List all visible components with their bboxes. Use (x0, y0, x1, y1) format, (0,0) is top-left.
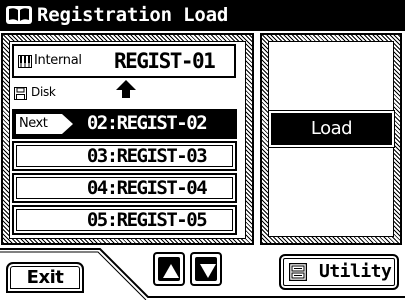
registration-label: 02:REGIST-02 (86, 112, 208, 134)
registration-label: 03:REGIST-03 (86, 145, 208, 167)
internal-label: Internal (34, 53, 82, 68)
registration-row-selected[interactable]: Next 02:REGIST-02 (12, 109, 237, 139)
exit-label: Exit (26, 267, 64, 288)
disk-label: Disk (31, 85, 56, 99)
floppy-disk-icon (14, 87, 27, 100)
load-direction-arrow-icon (116, 80, 136, 98)
book-icon (6, 6, 32, 24)
registration-label: 04:REGIST-04 (86, 177, 208, 199)
keyboard-icon (18, 55, 32, 68)
up-arrow-icon (163, 264, 179, 278)
registration-label: 05:REGIST-05 (86, 209, 208, 231)
scroll-down-button-face (195, 257, 217, 281)
utility-icon (289, 263, 307, 281)
registration-row[interactable]: 05:REGIST-05 (12, 205, 237, 235)
window-title: Registration Load (37, 4, 229, 26)
registration-load-screen: Registration Load Internal REGIST-01 Dis… (0, 0, 405, 300)
title-bar: Registration Load (0, 0, 405, 31)
internal-registration-box: Internal REGIST-01 (12, 44, 236, 78)
load-button[interactable]: Load (271, 113, 392, 145)
internal-registration-name: REGIST-01 (114, 49, 216, 73)
utility-button[interactable]: Utility (279, 254, 399, 290)
utility-label: Utility (319, 261, 392, 282)
scroll-up-button-face (158, 257, 180, 281)
registration-row[interactable]: 04:REGIST-04 (12, 173, 237, 203)
scroll-up-button[interactable] (153, 252, 185, 286)
exit-button[interactable]: Exit (6, 262, 84, 293)
down-arrow-icon (200, 264, 216, 278)
scroll-down-button[interactable] (190, 252, 222, 286)
registration-row[interactable]: 03:REGIST-03 (12, 141, 237, 171)
